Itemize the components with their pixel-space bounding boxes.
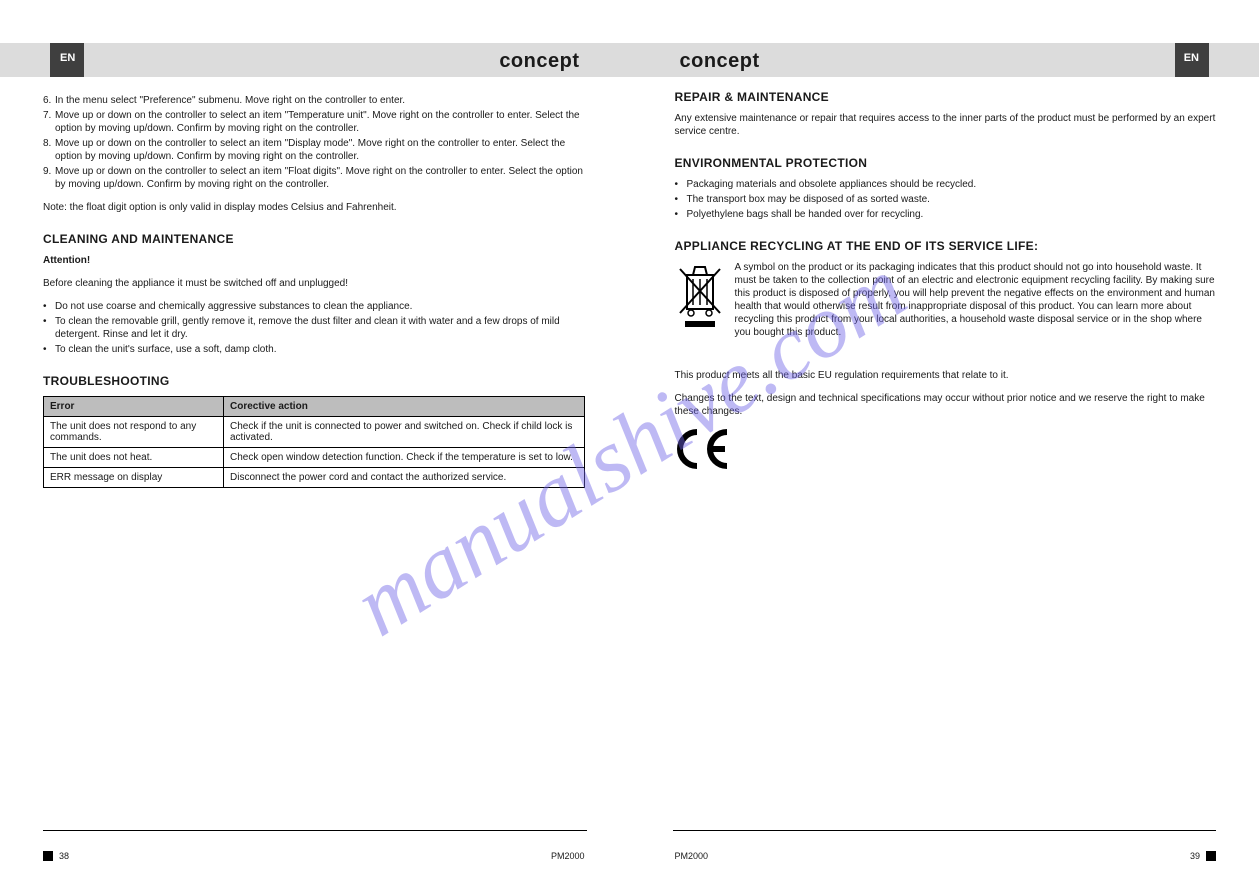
table-cell: Check if the unit is connected to power … [224, 417, 585, 448]
footer-rule-right [673, 830, 1217, 831]
footer-square-left [43, 851, 53, 861]
main-list-item: Move up or down on the controller to sel… [55, 137, 585, 163]
table-cell: ERR message on display [44, 468, 224, 488]
footer-square-right [1206, 851, 1216, 861]
table-header-action: Corective action [224, 397, 585, 417]
table-row: The unit does not heat. Check open windo… [44, 448, 585, 468]
table-cell: Disconnect the power cord and contact th… [224, 468, 585, 488]
lang-tag-left: EN [60, 52, 75, 64]
footer-rule-left [43, 830, 587, 831]
ce-mark-icon [675, 428, 1217, 473]
page-left: EN concept 6.In the menu select "Prefere… [0, 0, 630, 893]
weee-bin-icon [675, 261, 725, 331]
table-cell: Check open window detection function. Ch… [224, 448, 585, 468]
recycle-text: A symbol on the product or its packaging… [735, 261, 1217, 339]
brand-logo-left: concept [499, 50, 579, 73]
main-instructions-list: 6.In the menu select "Preference" submen… [43, 94, 585, 191]
changes-text: Changes to the text, design and technica… [675, 392, 1217, 418]
page-number-left: 38 [59, 851, 69, 861]
footer-model-left: PM2000 [551, 851, 585, 861]
attention-label: Attention! [43, 254, 585, 267]
compliance-text: This product meets all the basic EU regu… [675, 369, 1217, 382]
maintenance-list-item: Do not use coarse and chemically aggress… [55, 300, 585, 313]
note-text: Note: the float digit option is only val… [43, 201, 585, 214]
troubleshooting-table: Error Corective action The unit does not… [43, 396, 585, 488]
heading-repair: REPAIR & MAINTENANCE [675, 90, 1217, 104]
table-cell: The unit does not heat. [44, 448, 224, 468]
lang-tag-right: EN [1184, 52, 1199, 64]
table-row: The unit does not respond to any command… [44, 417, 585, 448]
main-list-item: Move up or down on the controller to sel… [55, 165, 585, 191]
table-cell: The unit does not respond to any command… [44, 417, 224, 448]
heading-maintenance: CLEANING AND MAINTENANCE [43, 232, 585, 246]
maintenance-list-item: To clean the removable grill, gently rem… [55, 315, 585, 341]
heading-recycle: APPLIANCE RECYCLING AT THE END OF ITS SE… [675, 239, 1217, 253]
brand-logo-right: concept [680, 50, 760, 73]
env-list-item: Packaging materials and obsolete applian… [687, 178, 1217, 191]
repair-text: Any extensive maintenance or repair that… [675, 112, 1217, 138]
page-number-right: 39 [1190, 851, 1200, 861]
env-list-item: The transport box may be disposed of as … [687, 193, 1217, 206]
table-row: ERR message on display Disconnect the po… [44, 468, 585, 488]
main-list-item: Move up or down on the controller to sel… [55, 109, 585, 135]
main-list-item: In the menu select "Preference" submenu.… [55, 94, 585, 107]
maintenance-list-item: To clean the unit's surface, use a soft,… [55, 343, 585, 356]
footer-model-right: PM2000 [675, 851, 709, 861]
maintenance-warning: Before cleaning the appliance it must be… [43, 277, 585, 290]
table-header-error: Error [44, 397, 224, 417]
page-right: EN concept REPAIR & MAINTENANCE Any exte… [630, 0, 1259, 893]
heading-environment: ENVIRONMENTAL PROTECTION [675, 156, 1217, 170]
heading-troubleshooting: TROUBLESHOOTING [43, 374, 585, 388]
env-list-item: Polyethylene bags shall be handed over f… [687, 208, 1217, 221]
